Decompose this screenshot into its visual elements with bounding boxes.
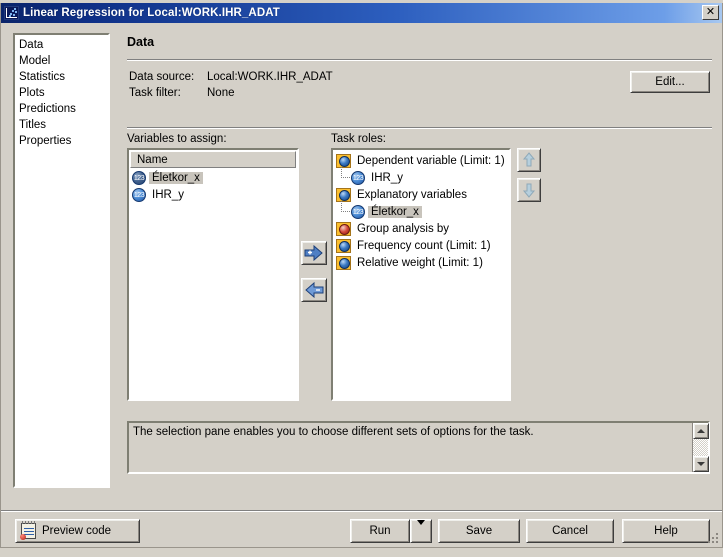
sidebar-item-predictions[interactable]: Predictions — [15, 101, 108, 117]
save-button[interactable]: Save — [438, 519, 520, 543]
task-roles-caption: Task roles: — [331, 133, 386, 145]
role-globe-icon — [336, 153, 351, 168]
move-down-arrow-icon — [522, 183, 536, 198]
assigned-variable-row[interactable]: IHR_y — [333, 167, 509, 186]
help-scrollbar[interactable] — [692, 423, 709, 472]
page-title: Data — [127, 35, 155, 49]
assigned-variable-name: Életkor_x — [368, 205, 422, 218]
sidebar-item-properties[interactable]: Properties — [15, 133, 108, 149]
assigned-variable-row[interactable]: Életkor_x — [333, 201, 509, 220]
numeric-variable-icon — [351, 170, 365, 186]
close-icon[interactable]: ✕ — [702, 5, 719, 20]
move-up-arrow-icon — [522, 152, 536, 167]
help-text: The selection pane enables you to choose… — [133, 426, 534, 438]
role-globe-icon — [336, 255, 351, 270]
remove-left-arrow-icon — [305, 282, 324, 298]
assign-right-arrow-icon — [304, 245, 323, 261]
chevron-down-icon — [417, 520, 425, 537]
role-group-analysis-by[interactable]: Group analysis by — [333, 220, 509, 237]
preview-code-label: Preview code — [42, 525, 112, 537]
role-group-icon — [336, 221, 351, 236]
variable-name: IHR_y — [152, 188, 184, 201]
role-label: Explanatory variables — [357, 188, 467, 201]
assign-area: Variables to assign: Task roles: Name Él… — [119, 133, 712, 474]
variable-name: Életkor_x — [149, 171, 203, 184]
edit-button[interactable]: Edit... — [630, 71, 710, 93]
numeric-variable-icon — [132, 187, 146, 203]
task-roles-tree[interactable]: Dependent variable (Limit: 1) IHR_y Expl… — [331, 148, 511, 401]
variables-column-header: Name — [130, 151, 296, 168]
triangle-down-icon — [697, 462, 705, 466]
footer-divider — [1, 510, 722, 512]
resize-grip[interactable] — [708, 533, 720, 545]
role-frequency-count[interactable]: Frequency count (Limit: 1) — [333, 237, 509, 254]
variables-listbox[interactable]: Name Életkor_x IHR_y — [127, 148, 299, 401]
help-text-box: The selection pane enables you to choose… — [127, 421, 710, 474]
role-globe-icon — [336, 238, 351, 253]
divider-middle — [127, 127, 712, 129]
window-title: Linear Regression for Local:WORK.IHR_ADA… — [23, 7, 280, 19]
selection-pane[interactable]: Data Model Statistics Plots Predictions … — [13, 33, 110, 488]
help-button[interactable]: Help — [622, 519, 710, 543]
task-filter-value: None — [207, 87, 235, 99]
run-dropdown-button[interactable] — [410, 519, 432, 543]
sidebar-item-data[interactable]: Data — [15, 37, 108, 53]
role-globe-icon — [336, 187, 351, 202]
sidebar-item-titles[interactable]: Titles — [15, 117, 108, 133]
footer-bar: Preview code Run Save Cancel Help — [1, 517, 722, 557]
role-explanatory-variables[interactable]: Explanatory variables — [333, 186, 509, 203]
role-label: Relative weight (Limit: 1) — [357, 256, 483, 269]
data-source-block: Data source: Local:WORK.IHR_ADAT Task fi… — [119, 61, 712, 117]
sidebar-item-plots[interactable]: Plots — [15, 85, 108, 101]
sidebar-item-label: Data — [19, 39, 44, 51]
scatter-plot-dots — [7, 8, 18, 18]
linear-regression-dialog: Linear Regression for Local:WORK.IHR_ADA… — [0, 3, 723, 548]
role-label: Group analysis by — [357, 222, 450, 235]
sidebar-item-statistics[interactable]: Statistics — [15, 69, 108, 85]
triangle-up-icon — [697, 429, 705, 433]
task-filter-label: Task filter: — [129, 87, 181, 99]
task-filter-row: Task filter: None — [129, 85, 712, 101]
role-label: Frequency count (Limit: 1) — [357, 239, 491, 252]
assigned-variable-name: IHR_y — [371, 171, 403, 184]
list-item[interactable]: IHR_y — [129, 186, 297, 203]
role-dependent-variable[interactable]: Dependent variable (Limit: 1) — [333, 152, 509, 169]
variables-caption: Variables to assign: — [127, 133, 227, 145]
sidebar-item-model[interactable]: Model — [15, 53, 108, 69]
preview-code-button[interactable]: Preview code — [15, 519, 140, 543]
scroll-down-button[interactable] — [693, 456, 709, 472]
title-bar: Linear Regression for Local:WORK.IHR_ADA… — [1, 3, 722, 23]
run-button[interactable]: Run — [350, 519, 410, 543]
remove-role-button[interactable] — [301, 278, 327, 302]
scatter-plot-icon — [4, 6, 19, 20]
numeric-variable-icon — [132, 170, 146, 186]
data-source-row: Data source: Local:WORK.IHR_ADAT — [129, 69, 712, 85]
notepad-icon — [20, 521, 37, 540]
scroll-up-button[interactable] — [693, 423, 709, 439]
numeric-variable-icon — [351, 204, 365, 220]
role-label: Dependent variable (Limit: 1) — [357, 154, 505, 167]
cancel-button[interactable]: Cancel — [526, 519, 614, 543]
dialog-client-area: Data Model Statistics Plots Predictions … — [1, 23, 722, 547]
content-panel: Data Data source: Local:WORK.IHR_ADAT Ta… — [119, 31, 712, 474]
move-down-button[interactable] — [517, 178, 541, 202]
data-source-value: Local:WORK.IHR_ADAT — [207, 71, 333, 83]
list-item[interactable]: Életkor_x — [129, 169, 297, 186]
assign-role-button[interactable] — [301, 241, 327, 265]
move-up-button[interactable] — [517, 148, 541, 172]
role-relative-weight[interactable]: Relative weight (Limit: 1) — [333, 254, 509, 271]
data-source-label: Data source: — [129, 71, 195, 83]
